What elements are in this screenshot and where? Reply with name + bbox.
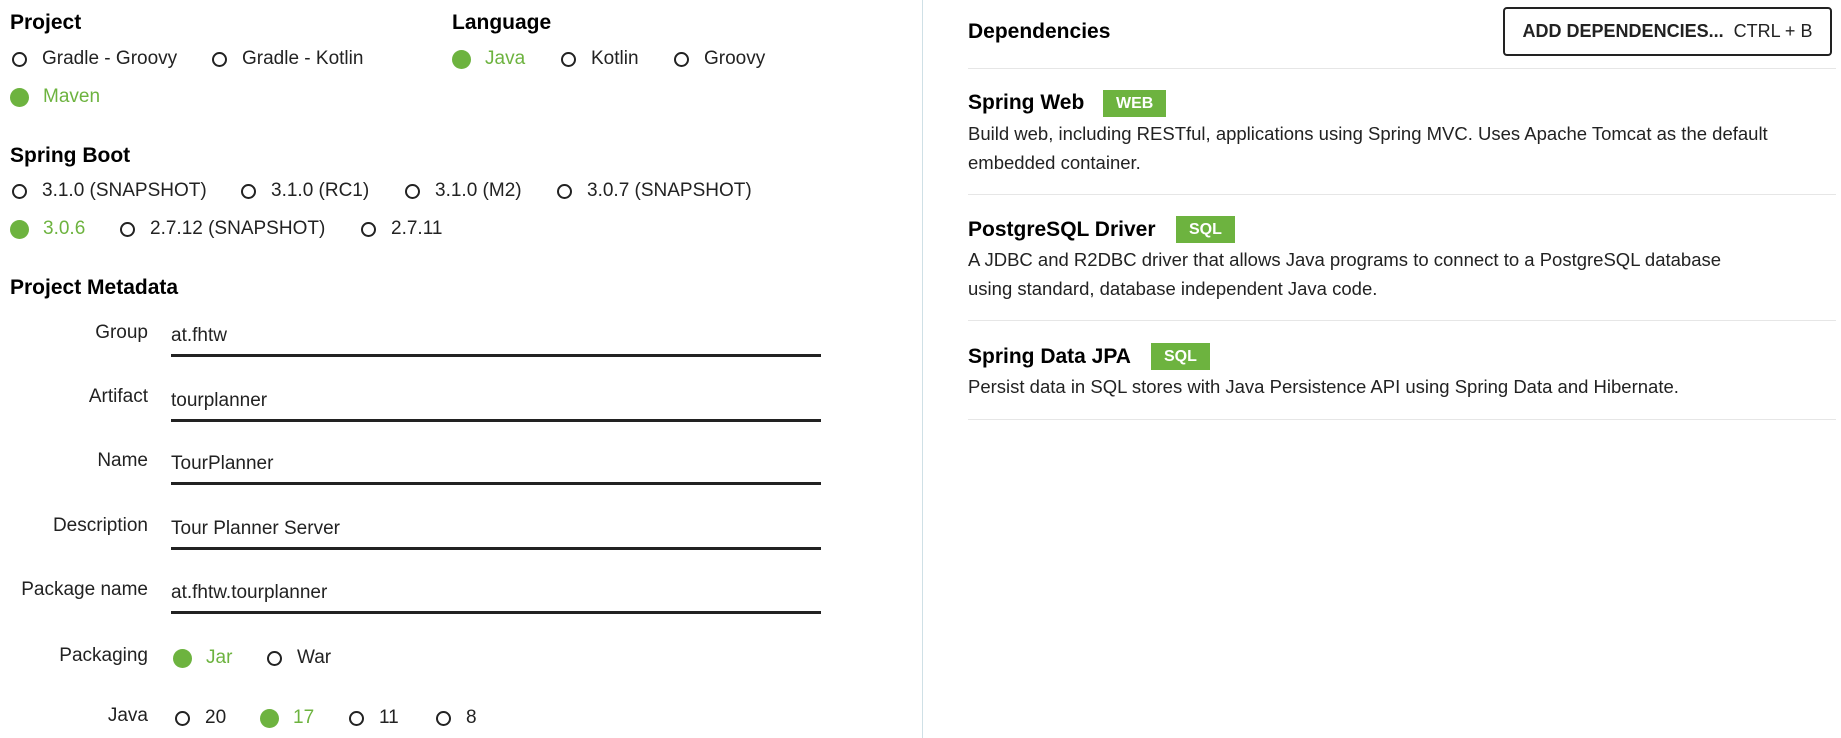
java-radio-17[interactable]: 17: [260, 707, 314, 729]
boot-radio-3-1-0-m2[interactable]: 3.1.0 (M2): [405, 180, 522, 202]
radio-icon: [674, 51, 689, 67]
dependency-name-postgresql-driver: PostgreSQL Driver: [968, 218, 1156, 241]
radio-icon: [175, 710, 190, 726]
radio-icon: [10, 87, 29, 107]
add-dependencies-button[interactable]: ADD DEPENDENCIES... CTRL + B: [1503, 7, 1832, 56]
name-label: Name: [97, 450, 148, 471]
boot-radio-3-1-0-rc1[interactable]: 3.1.0 (RC1): [241, 180, 369, 202]
description-input[interactable]: [171, 511, 821, 550]
dependency-tag-web: WEB: [1103, 90, 1167, 117]
radio-label: 8: [466, 707, 477, 728]
radio-label: Jar: [206, 647, 233, 668]
packaging-label: Packaging: [59, 645, 148, 666]
radio-label: 3.0.7 (SNAPSHOT): [587, 180, 752, 201]
radio-label: 2.7.11: [391, 218, 443, 239]
radio-icon: [241, 183, 256, 199]
radio-label: Kotlin: [591, 48, 639, 69]
project-title: Project: [10, 11, 82, 34]
radio-icon: [452, 49, 471, 69]
radio-label: 3.1.0 (SNAPSHOT): [42, 180, 207, 201]
project-metadata-title: Project Metadata: [10, 276, 179, 299]
artifact-label: Artifact: [88, 386, 148, 407]
dependency-tag-sql: SQL: [1151, 343, 1210, 370]
artifact-input[interactable]: [171, 383, 821, 422]
java-label: Java: [107, 705, 148, 726]
column-divider: [922, 0, 923, 738]
boot-radio-3-1-0-snapshot[interactable]: 3.1.0 (SNAPSHOT): [12, 180, 207, 202]
package-name-label: Package name: [21, 579, 148, 600]
group-label: Group: [95, 322, 148, 343]
radio-icon: [173, 648, 192, 668]
radio-label: Gradle - Groovy: [42, 48, 178, 69]
radio-label: Gradle - Kotlin: [242, 48, 364, 69]
language-title: Language: [452, 11, 552, 34]
dependency-description: A JDBC and R2DBC driver that allows Java…: [968, 249, 1722, 299]
radio-label: Groovy: [704, 48, 766, 69]
dependency-description: Persist data in SQL stores with Java Per…: [968, 376, 1679, 397]
project-radio-maven[interactable]: Maven: [10, 86, 100, 108]
language-radio-kotlin[interactable]: Kotlin: [561, 48, 639, 70]
radio-icon: [361, 221, 376, 237]
spring-boot-title: Spring Boot: [10, 144, 131, 167]
package-name-input[interactable]: [171, 575, 821, 614]
radio-label: 3.1.0 (RC1): [271, 180, 370, 201]
dependency-name-spring-web: Spring Web: [968, 91, 1085, 114]
group-input[interactable]: [171, 318, 821, 357]
divider: [968, 194, 1836, 195]
radio-label: 11: [379, 707, 399, 728]
boot-radio-3-0-6[interactable]: 3.0.6: [10, 218, 85, 240]
project-radio-gradle-kotlin[interactable]: Gradle - Kotlin: [212, 48, 363, 70]
radio-icon: [561, 51, 576, 67]
boot-radio-3-0-7-snapshot[interactable]: 3.0.7 (SNAPSHOT): [557, 180, 752, 202]
divider: [968, 320, 1836, 321]
radio-icon: [120, 221, 135, 237]
radio-icon: [267, 650, 282, 666]
radio-icon: [436, 710, 451, 726]
shortcut-hint: CTRL + B: [1733, 21, 1813, 41]
radio-label: 17: [293, 707, 315, 728]
radio-icon: [260, 708, 279, 728]
radio-icon: [349, 710, 364, 726]
dependency-description: Build web, including RESTful, applicatio…: [968, 123, 1768, 173]
radio-icon: [12, 183, 27, 199]
radio-icon: [405, 183, 420, 199]
boot-radio-2-7-12-snapshot[interactable]: 2.7.12 (SNAPSHOT): [120, 218, 325, 240]
divider: [968, 419, 1836, 420]
java-radio-20[interactable]: 20: [175, 707, 226, 729]
radio-label: 20: [205, 707, 227, 728]
add-dependencies-label: ADD DEPENDENCIES...: [1522, 21, 1724, 41]
radio-icon: [10, 219, 29, 239]
java-radio-11[interactable]: 11: [349, 707, 399, 729]
radio-label: 2.7.12 (SNAPSHOT): [150, 218, 326, 239]
radio-label: 3.0.6: [43, 218, 86, 239]
radio-icon: [557, 183, 572, 199]
radio-label: Java: [485, 48, 526, 69]
radio-label: War: [297, 647, 332, 668]
dependencies-title: Dependencies: [968, 20, 1111, 43]
boot-radio-2-7-11[interactable]: 2.7.11: [361, 218, 442, 240]
packaging-radio-jar[interactable]: Jar: [173, 647, 232, 669]
language-radio-groovy[interactable]: Groovy: [674, 48, 765, 70]
divider: [968, 68, 1836, 69]
radio-label: Maven: [43, 86, 101, 107]
packaging-radio-war[interactable]: War: [267, 647, 331, 669]
radio-icon: [212, 51, 227, 67]
language-radio-java[interactable]: Java: [452, 48, 525, 70]
description-label: Description: [52, 515, 148, 536]
project-radio-gradle-groovy[interactable]: Gradle - Groovy: [12, 48, 177, 70]
radio-icon: [12, 51, 27, 67]
dependency-tag-sql: SQL: [1176, 216, 1235, 243]
radio-label: 3.1.0 (M2): [435, 180, 522, 201]
name-input[interactable]: [171, 446, 821, 485]
java-radio-8[interactable]: 8: [436, 707, 477, 729]
dependency-name-spring-data-jpa: Spring Data JPA: [968, 345, 1131, 368]
